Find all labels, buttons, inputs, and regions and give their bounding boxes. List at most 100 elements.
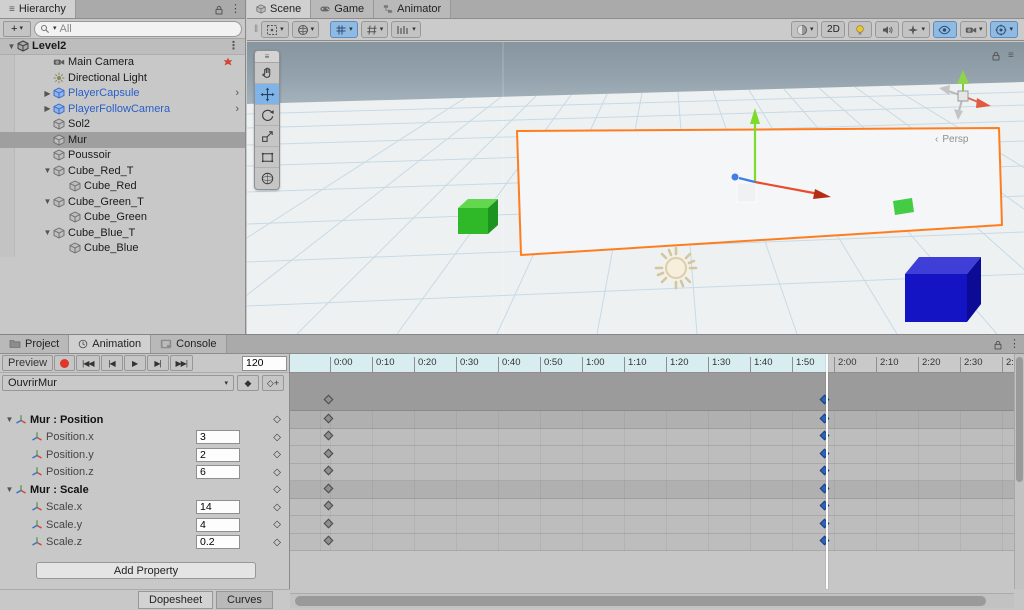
position-y-field[interactable] bbox=[196, 448, 240, 462]
last-key-button[interactable]: ▶▶| bbox=[170, 355, 193, 371]
lighting-toggle-button[interactable] bbox=[848, 21, 872, 38]
next-key-button[interactable]: ▶| bbox=[147, 355, 169, 371]
dopesheet-row[interactable] bbox=[290, 499, 1014, 517]
hierarchy-row[interactable]: Main Camera bbox=[0, 55, 245, 71]
hierarchy-row[interactable]: ▼ Cube_Blue_T bbox=[0, 225, 245, 241]
add-keyframe-icon[interactable]: ◇ bbox=[273, 484, 281, 495]
hierarchy-row[interactable]: Poussoir bbox=[0, 148, 245, 164]
foldout-open-icon[interactable]: ▼ bbox=[4, 485, 15, 494]
timeline-ruler[interactable]: 0:00 0:10 0:20 0:30 0:40 0:50 1:00 1:10 … bbox=[290, 354, 1024, 373]
kebab-menu-icon[interactable]: ⋮ bbox=[230, 4, 241, 15]
tab-console[interactable]: Console bbox=[151, 335, 226, 353]
hand-tool-button[interactable] bbox=[255, 63, 279, 84]
prev-key-button[interactable]: |◀ bbox=[101, 355, 123, 371]
keyframe-diamond[interactable] bbox=[324, 466, 334, 476]
hierarchy-row[interactable]: ▼ Cube_Green_T bbox=[0, 194, 245, 210]
dopesheet-row[interactable] bbox=[290, 516, 1014, 534]
first-key-button[interactable]: |◀◀ bbox=[76, 355, 99, 371]
keyframe-diamond[interactable] bbox=[324, 431, 334, 441]
effects-dropdown[interactable]: ▾ bbox=[902, 21, 930, 38]
move-tool-button[interactable] bbox=[255, 84, 279, 105]
rotate-tool-button[interactable] bbox=[255, 105, 279, 126]
hierarchy-row[interactable]: ▼ Cube_Red_T bbox=[0, 163, 245, 179]
scene-header-row[interactable]: ▼ Level2 ⋮ bbox=[0, 39, 245, 55]
lock-icon[interactable] bbox=[993, 340, 1003, 350]
position-z-field[interactable] bbox=[196, 465, 240, 479]
horizontal-scrollbar[interactable] bbox=[290, 593, 1014, 608]
search-input[interactable]: ▾ All bbox=[34, 21, 242, 37]
scale-x-field[interactable] bbox=[196, 500, 240, 514]
add-keyframe-icon[interactable]: ◇ bbox=[273, 467, 281, 478]
green-cube-object[interactable] bbox=[458, 199, 498, 234]
gizmos-dropdown[interactable]: ▾ bbox=[990, 21, 1018, 38]
preview-toggle-button[interactable]: Preview bbox=[2, 355, 53, 371]
draw-mode-dropdown[interactable]: ▾ bbox=[791, 21, 819, 38]
property-row[interactable]: Position.y ◇ bbox=[0, 446, 290, 464]
foldout-open-icon[interactable]: ▼ bbox=[42, 197, 53, 206]
perspective-label[interactable]: ‹ Persp bbox=[935, 134, 968, 145]
foldout-open-icon[interactable]: ▼ bbox=[4, 415, 15, 424]
handle-position-dropdown[interactable]: ▾ bbox=[261, 21, 289, 38]
viewport-lock-icon[interactable] bbox=[991, 51, 1001, 61]
playhead[interactable] bbox=[826, 354, 828, 589]
property-row[interactable]: Scale.x ◇ bbox=[0, 499, 290, 517]
tab-scene[interactable]: Scene bbox=[247, 0, 311, 18]
increment-snap-dropdown[interactable]: ▾ bbox=[391, 21, 421, 38]
keyframe-diamond[interactable] bbox=[324, 413, 334, 423]
green-quad-object[interactable] bbox=[893, 198, 914, 215]
clip-dropdown[interactable]: OuvrirMur ▾ bbox=[2, 375, 234, 391]
prefab-open-chevron-icon[interactable]: › bbox=[235, 87, 239, 99]
add-event-button[interactable]: ◇+ bbox=[262, 375, 284, 391]
position-x-field[interactable] bbox=[196, 430, 240, 444]
add-keyframe-icon[interactable]: ◇ bbox=[273, 449, 281, 460]
scene-viewport[interactable]: ≡ ‹ bbox=[247, 42, 1024, 334]
scene-kebab-icon[interactable]: ⋮ bbox=[228, 41, 239, 52]
foldout-open-icon[interactable]: ▼ bbox=[6, 42, 17, 51]
tab-game[interactable]: Game bbox=[311, 0, 374, 18]
foldout-open-icon[interactable]: ▼ bbox=[42, 166, 53, 175]
play-button[interactable]: ▶ bbox=[124, 355, 146, 371]
lock-icon[interactable] bbox=[214, 5, 224, 15]
transform-tool-button[interactable] bbox=[255, 168, 279, 189]
tab-curves[interactable]: Curves bbox=[216, 591, 273, 609]
dopesheet-row[interactable] bbox=[290, 446, 1014, 464]
add-keyframe-icon[interactable]: ◇ bbox=[273, 519, 281, 530]
property-group-row[interactable]: ▼ Mur : Position ◇ bbox=[0, 411, 290, 429]
property-row[interactable]: Scale.z ◇ bbox=[0, 534, 290, 552]
add-keyframe-icon[interactable]: ◇ bbox=[273, 537, 281, 548]
keyframe-diamond[interactable] bbox=[324, 518, 334, 528]
add-keyframe-icon[interactable]: ◇ bbox=[273, 502, 281, 513]
tab-animation[interactable]: Animation bbox=[69, 335, 151, 353]
keyframe-diamond[interactable] bbox=[324, 536, 334, 546]
toolbar-grip-icon[interactable]: ‖ bbox=[254, 24, 257, 35]
keyframe-diamond[interactable] bbox=[324, 395, 334, 405]
hierarchy-row[interactable]: Cube_Blue bbox=[0, 241, 245, 257]
dopesheet-row[interactable] bbox=[290, 481, 1014, 499]
tab-hierarchy[interactable]: ≡ Hierarchy bbox=[0, 0, 76, 18]
dopesheet-area[interactable]: 0:00 0:10 0:20 0:30 0:40 0:50 1:00 1:10 … bbox=[290, 354, 1024, 610]
rect-tool-button[interactable] bbox=[255, 147, 279, 168]
scale-y-field[interactable] bbox=[196, 518, 240, 532]
keyframe-diamond[interactable] bbox=[324, 483, 334, 493]
dopesheet-row[interactable] bbox=[290, 429, 1014, 447]
scene-visibility-toggle[interactable] bbox=[933, 21, 957, 38]
dopesheet-row[interactable] bbox=[290, 534, 1014, 552]
add-keyframe-icon[interactable]: ◇ bbox=[273, 432, 281, 443]
handle-rotation-dropdown[interactable]: ▾ bbox=[292, 21, 320, 38]
audio-toggle-button[interactable] bbox=[875, 21, 899, 38]
vertical-scrollbar[interactable] bbox=[1014, 354, 1024, 589]
current-frame-field[interactable] bbox=[242, 356, 287, 371]
2d-toggle-button[interactable]: 2D bbox=[821, 21, 845, 38]
add-keyframe-icon[interactable]: ◇ bbox=[273, 414, 281, 425]
record-button[interactable] bbox=[54, 355, 75, 371]
dopesheet-row[interactable] bbox=[290, 464, 1014, 482]
dopesheet-row[interactable] bbox=[290, 411, 1014, 429]
property-row[interactable]: Position.x ◇ bbox=[0, 429, 290, 447]
property-row[interactable]: Scale.y ◇ bbox=[0, 516, 290, 534]
hierarchy-row[interactable]: Cube_Green bbox=[0, 210, 245, 226]
kebab-menu-icon[interactable]: ⋮ bbox=[1009, 339, 1020, 350]
hierarchy-row[interactable]: Sol2 bbox=[0, 117, 245, 133]
scale-z-field[interactable] bbox=[196, 535, 240, 549]
foldout-closed-icon[interactable]: ▶ bbox=[42, 89, 53, 98]
tab-project[interactable]: Project bbox=[0, 335, 69, 353]
